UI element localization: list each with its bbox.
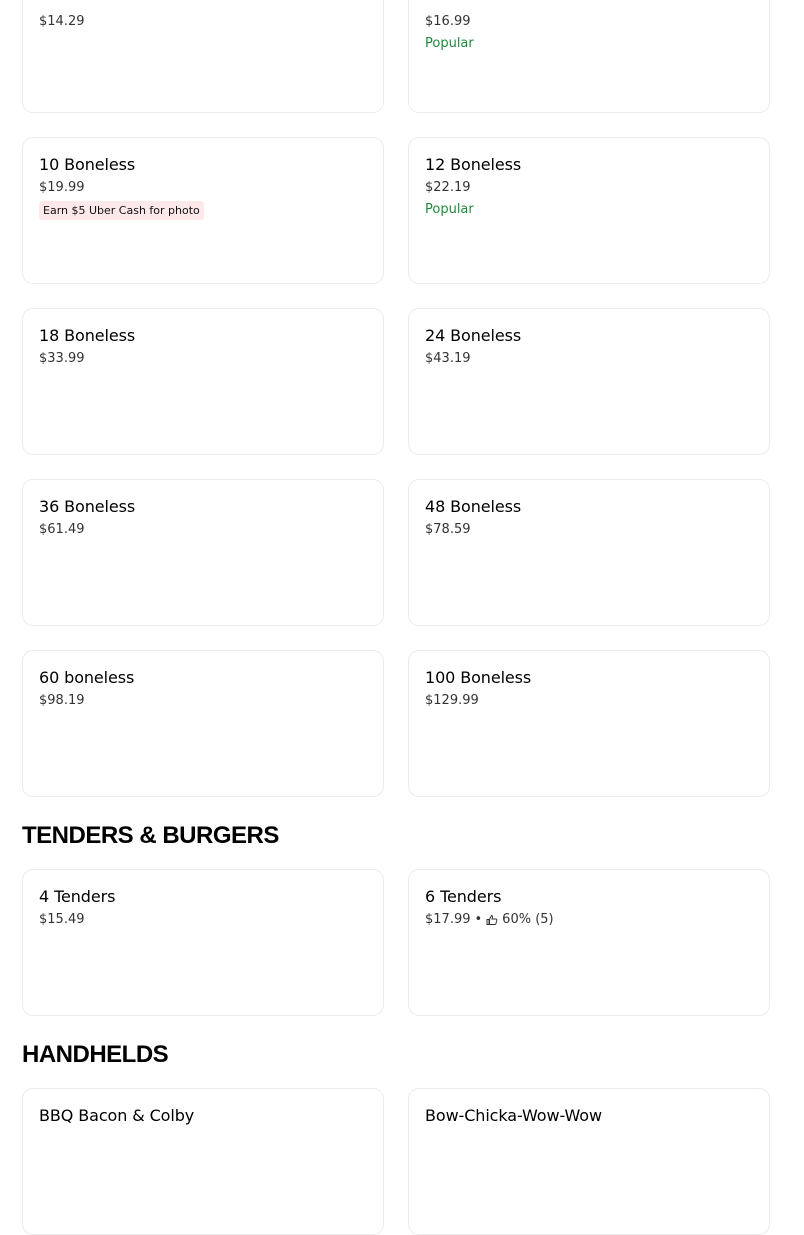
item-price: $17.99 — [425, 912, 471, 927]
menu-item-card[interactable]: 10 Boneless $19.99 Earn $5 Uber Cash for… — [22, 137, 384, 284]
menu-item-card[interactable]: 60 boneless $98.19 — [22, 650, 384, 797]
item-name: BBQ Bacon & Colby — [39, 1106, 195, 1125]
popular-tag: Popular — [425, 36, 474, 51]
item-price: $43.19 — [425, 351, 471, 366]
item-price: $15.49 — [39, 912, 85, 927]
item-price: $129.99 — [425, 693, 479, 708]
item-price-rating-row: $17.99 • 60% (5) — [425, 911, 753, 928]
section-title-handhelds: HANDHELDS — [22, 1041, 169, 1068]
menu-item-card[interactable]: 48 Boneless $78.59 — [408, 479, 770, 626]
earn-uber-cash-badge: Earn $5 Uber Cash for photo — [39, 201, 204, 220]
item-name: 60 boneless — [39, 668, 135, 687]
menu-item-card[interactable]: 24 Boneless $43.19 — [408, 308, 770, 455]
item-name: 6 Tenders — [425, 887, 502, 906]
menu-item-card[interactable]: 100 Boneless $129.99 — [408, 650, 770, 797]
item-price: $98.19 — [39, 693, 85, 708]
item-name: 48 Boneless — [425, 497, 522, 516]
menu-item-card[interactable]: 18 Boneless $33.99 — [22, 308, 384, 455]
item-price: $61.49 — [39, 522, 85, 537]
item-name: 12 Boneless — [425, 155, 522, 174]
item-name: 36 Boneless — [39, 497, 136, 516]
separator-dot: • — [474, 912, 483, 927]
popular-tag: Popular — [425, 202, 474, 217]
menu-item-card[interactable]: 6 Tenders $17.99 • 60% (5) — [408, 869, 770, 1016]
menu-item-card[interactable]: 4 Tenders $15.49 — [22, 869, 384, 1016]
item-price: $78.59 — [425, 522, 471, 537]
menu-item-card[interactable]: $16.99 Popular — [408, 0, 770, 113]
menu-item-card[interactable]: 36 Boneless $61.49 — [22, 479, 384, 626]
item-price: $22.19 — [425, 180, 471, 195]
menu-item-card[interactable]: Bow-Chicka-Wow-Wow — [408, 1088, 770, 1235]
item-name: 18 Boneless — [39, 326, 136, 345]
item-name: 4 Tenders — [39, 887, 116, 906]
item-price: $14.29 — [39, 14, 85, 29]
thumbs-up-icon — [486, 914, 498, 926]
menu-item-card[interactable]: BBQ Bacon & Colby — [22, 1088, 384, 1235]
item-name: 24 Boneless — [425, 326, 522, 345]
section-title-tenders-burgers: TENDERS & BURGERS — [22, 822, 279, 849]
menu-item-card[interactable]: $14.29 — [22, 0, 384, 113]
item-name: Bow-Chicka-Wow-Wow — [425, 1106, 602, 1125]
rating-text: 60% (5) — [502, 912, 554, 927]
item-price: $16.99 — [425, 14, 471, 29]
item-price: $19.99 — [39, 180, 85, 195]
item-name: 10 Boneless — [39, 155, 136, 174]
item-name: 100 Boneless — [425, 668, 532, 687]
menu-item-card[interactable]: 12 Boneless $22.19 Popular — [408, 137, 770, 284]
item-price: $33.99 — [39, 351, 85, 366]
